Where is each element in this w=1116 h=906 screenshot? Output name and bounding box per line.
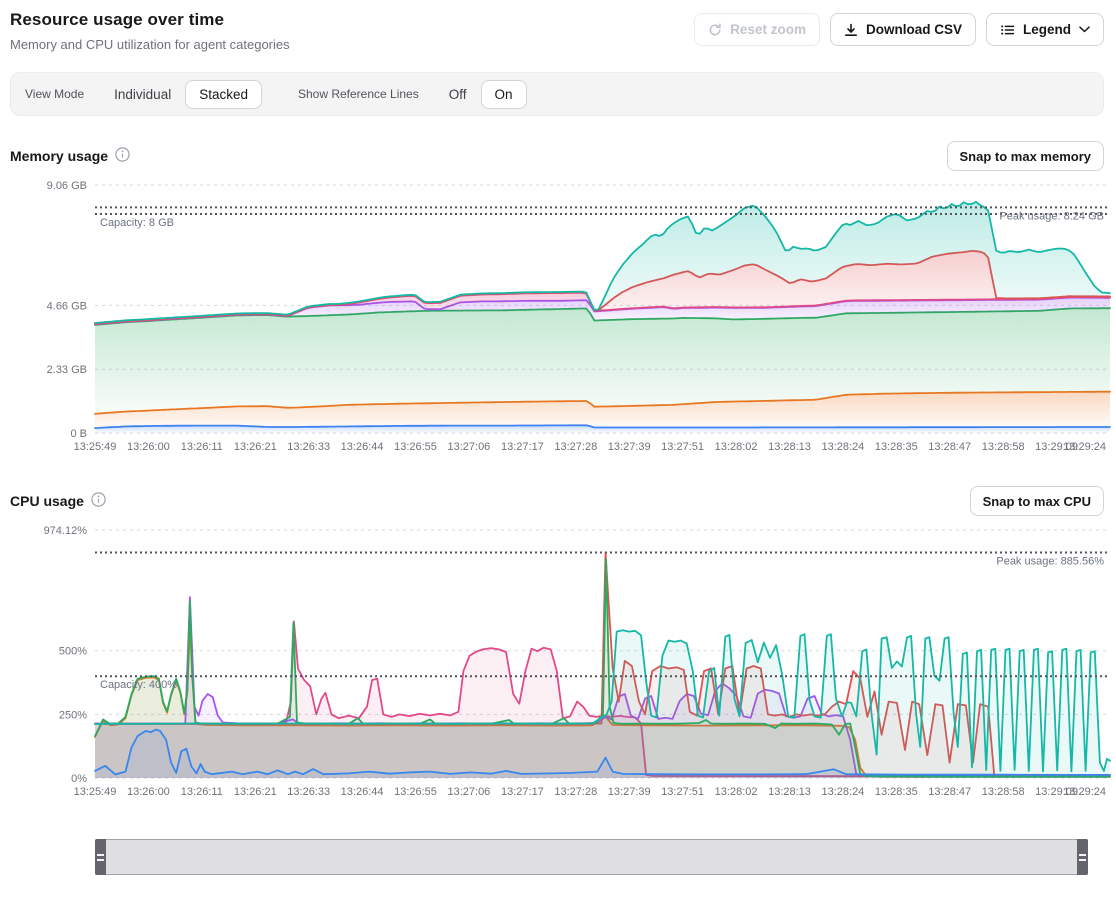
x-tick-label: 13:26:00: [127, 441, 170, 453]
reference-lines-on[interactable]: On: [481, 80, 527, 109]
x-tick-label: 13:26:55: [394, 441, 437, 453]
header-text: Resource usage over time Memory and CPU …: [10, 10, 290, 52]
memory-section-header: Memory usage Snap to max memory: [10, 141, 1104, 171]
x-tick-label: 13:28:02: [715, 786, 758, 798]
time-range-brush-wrap: [95, 839, 1088, 875]
view-mode-stacked[interactable]: Stacked: [185, 80, 262, 109]
legend-label: Legend: [1023, 22, 1071, 37]
download-csv-label: Download CSV: [866, 22, 962, 37]
x-tick-label: 13:26:11: [181, 441, 223, 453]
reset-zoom-label: Reset zoom: [730, 22, 806, 37]
chart-controls-bar: View Mode Individual Stacked Show Refere…: [10, 72, 1104, 116]
download-csv-button[interactable]: Download CSV: [830, 13, 976, 46]
x-tick-label: 13:28:13: [768, 786, 811, 798]
memory-section-title-row: Memory usage: [10, 147, 130, 165]
x-tick-label: 13:26:21: [234, 786, 277, 798]
x-tick-label: 13:26:21: [234, 441, 277, 453]
x-tick-label: 13:29:24: [1063, 786, 1106, 798]
reference-lines-off[interactable]: Off: [435, 80, 481, 109]
y-tick-label: 2.33 GB: [47, 364, 87, 376]
memory-section-title: Memory usage: [10, 148, 108, 164]
cpu-chart[interactable]: 0% 250% 500% 974.12% 13:25:49 13:26:00 13:26:1…: [10, 518, 1116, 803]
y-tick-label: 4.66 GB: [47, 300, 87, 312]
x-tick-label: 13:28:24: [821, 786, 864, 798]
dashboard: Resource usage over time Memory and CPU …: [0, 0, 1116, 875]
x-tick-label: 13:27:17: [501, 441, 544, 453]
y-tick-label: 250%: [59, 709, 87, 721]
x-tick-label: 13:26:44: [341, 786, 384, 798]
snap-max-cpu-button[interactable]: Snap to max CPU: [970, 486, 1104, 516]
x-tick-label: 13:26:33: [287, 786, 330, 798]
y-tick-label: 0 B: [70, 428, 87, 440]
x-tick-label: 13:28:47: [928, 441, 971, 453]
snap-max-memory-button[interactable]: Snap to max memory: [947, 141, 1105, 171]
brush-handle-left[interactable]: [95, 839, 106, 875]
cpu-section-header: CPU usage Snap to max CPU: [10, 486, 1104, 516]
y-tick-label: 500%: [59, 646, 87, 658]
info-icon[interactable]: [115, 147, 130, 165]
x-tick-label: 13:25:49: [74, 441, 117, 453]
reference-line-label: Peak usage: 8.24 GB: [999, 210, 1104, 222]
reset-icon: [708, 23, 722, 37]
x-tick-label: 13:28:35: [875, 786, 918, 798]
legend-dropdown-button[interactable]: Legend: [986, 13, 1104, 46]
cpu-section-title-row: CPU usage: [10, 492, 106, 510]
toolbar: Reset zoom Download CSV Legend: [694, 10, 1104, 46]
reference-line-label: Capacity: 8 GB: [100, 217, 174, 229]
x-tick-label: 13:28:13: [768, 441, 811, 453]
chevron-down-icon: [1079, 26, 1090, 33]
x-tick-label: 13:28:24: [821, 441, 864, 453]
x-tick-label: 13:26:33: [287, 441, 330, 453]
x-tick-label: 13:28:35: [875, 441, 918, 453]
x-tick-label: 13:27:28: [554, 441, 597, 453]
x-tick-label: 13:27:39: [608, 441, 651, 453]
view-mode-label: View Mode: [25, 87, 84, 101]
page-subtitle: Memory and CPU utilization for agent cat…: [10, 37, 290, 52]
x-tick-label: 13:26:44: [341, 441, 384, 453]
page-header: Resource usage over time Memory and CPU …: [10, 10, 1104, 52]
x-tick-label: 13:27:17: [501, 786, 544, 798]
x-tick-label: 13:26:55: [394, 786, 437, 798]
memory-chart[interactable]: 0 B 2.33 GB 4.66 GB 9.06 GB 13:25:49 13:26:00…: [10, 173, 1116, 458]
x-tick-label: 13:28:47: [928, 786, 971, 798]
x-tick-label: 13:28:58: [982, 786, 1025, 798]
x-tick-label: 13:27:51: [661, 786, 704, 798]
x-tick-label: 13:27:39: [608, 786, 651, 798]
view-mode-individual[interactable]: Individual: [100, 80, 185, 109]
reference-line-label: Capacity: 400%: [100, 679, 177, 691]
reference-lines-label: Show Reference Lines: [298, 87, 419, 101]
reference-line-label: Peak usage: 885.56%: [996, 556, 1104, 568]
legend-list-icon: [1000, 23, 1015, 37]
time-range-brush[interactable]: [95, 839, 1088, 875]
x-tick-label: 13:27:06: [447, 786, 490, 798]
y-tick-label: 0%: [71, 773, 87, 785]
x-tick-label: 13:29:24: [1063, 441, 1106, 453]
x-tick-label: 13:27:06: [447, 441, 490, 453]
x-tick-label: 13:26:00: [127, 786, 170, 798]
cpu-section-title: CPU usage: [10, 493, 84, 509]
download-icon: [844, 23, 858, 37]
x-tick-label: 13:26:11: [181, 786, 223, 798]
info-icon[interactable]: [91, 492, 106, 510]
x-tick-label: 13:27:28: [554, 786, 597, 798]
reset-zoom-button[interactable]: Reset zoom: [694, 13, 820, 46]
x-tick-label: 13:28:02: [715, 441, 758, 453]
y-tick-label: 974.12%: [44, 525, 88, 537]
page-title: Resource usage over time: [10, 10, 290, 30]
x-tick-label: 13:28:58: [982, 441, 1025, 453]
x-tick-label: 13:27:51: [661, 441, 704, 453]
brush-handle-right[interactable]: [1077, 839, 1088, 875]
x-tick-label: 13:25:49: [74, 786, 117, 798]
y-tick-label: 9.06 GB: [47, 180, 87, 192]
